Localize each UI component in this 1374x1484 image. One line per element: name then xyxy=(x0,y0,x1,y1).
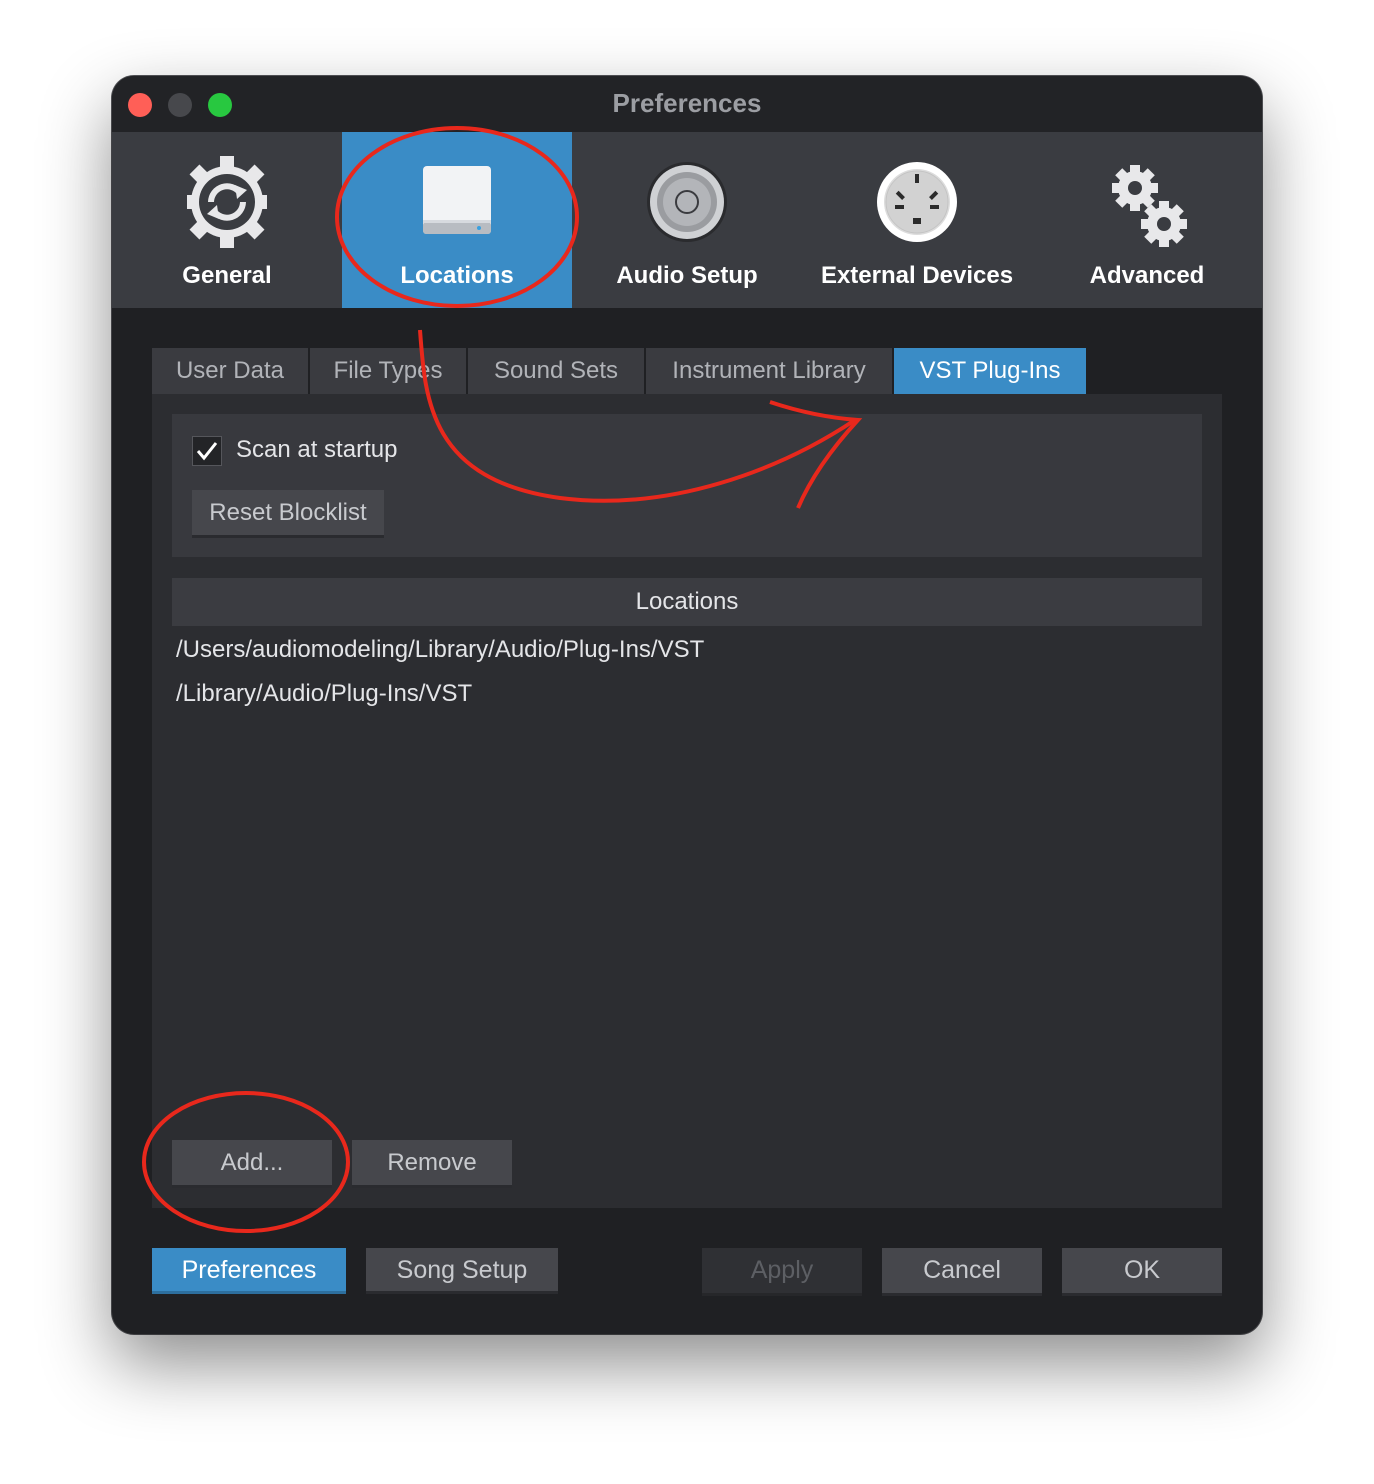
locations-content: User Data File Types Sound Sets Instrume… xyxy=(152,348,1222,1208)
title-bar: Preferences xyxy=(112,76,1262,132)
gears-icon xyxy=(1112,165,1187,247)
tab-sound-sets[interactable]: Sound Sets xyxy=(468,348,644,394)
vst-plug-ins-panel: Scan at startup Reset Blocklist Location… xyxy=(152,394,1222,1208)
tab-file-types[interactable]: File Types xyxy=(310,348,466,394)
toolbar-general[interactable]: General xyxy=(112,132,342,308)
locations-list-header: Locations xyxy=(172,578,1202,626)
preferences-button[interactable]: Preferences xyxy=(152,1248,346,1294)
scan-at-startup-label: Scan at startup xyxy=(236,436,398,463)
toolbar-advanced-label: Advanced xyxy=(1089,262,1205,289)
scan-options-group: Scan at startup Reset Blocklist xyxy=(172,414,1202,557)
cancel-button[interactable]: Cancel xyxy=(882,1248,1042,1296)
midi-port-icon xyxy=(877,162,957,242)
toolbar-audio-setup-label: Audio Setup xyxy=(616,262,758,289)
locations-tab-bar: User Data File Types Sound Sets Instrume… xyxy=(152,348,1222,394)
remove-location-button[interactable]: Remove xyxy=(352,1140,512,1188)
toolbar-external-devices[interactable]: External Devices xyxy=(802,132,1032,308)
speaker-icon xyxy=(647,162,727,242)
tab-vst-plug-ins[interactable]: VST Plug-Ins xyxy=(894,348,1086,394)
reset-blocklist-button[interactable]: Reset Blocklist xyxy=(192,490,384,538)
toolbar-general-label: General xyxy=(182,262,272,289)
add-location-button[interactable]: Add... xyxy=(172,1140,332,1188)
location-row[interactable]: /Users/audiomodeling/Library/Audio/Plug-… xyxy=(176,636,704,664)
toolbar-locations-label: Locations xyxy=(400,262,514,289)
song-setup-button[interactable]: Song Setup xyxy=(366,1248,558,1294)
hard-drive-icon xyxy=(423,166,491,234)
checkmark-icon xyxy=(196,442,218,461)
scan-at-startup-checkbox[interactable] xyxy=(192,436,222,466)
apply-button[interactable]: Apply xyxy=(702,1248,862,1296)
toolbar-locations[interactable]: Locations xyxy=(342,132,572,308)
window-title: Preferences xyxy=(612,88,762,118)
preferences-toolbar: General Locations Audio Setup External D… xyxy=(112,132,1262,308)
location-row[interactable]: /Library/Audio/Plug-Ins/VST xyxy=(176,680,472,708)
tab-instrument-library[interactable]: Instrument Library xyxy=(646,348,892,394)
ok-button[interactable]: OK xyxy=(1062,1248,1222,1296)
gear-refresh-icon xyxy=(187,156,267,248)
preferences-window: Preferences General Locations Audio Setu… xyxy=(112,76,1262,1334)
toolbar-audio-setup[interactable]: Audio Setup xyxy=(572,132,802,308)
tab-user-data[interactable]: User Data xyxy=(152,348,308,394)
toolbar-external-devices-label: External Devices xyxy=(820,262,1014,289)
toolbar-advanced[interactable]: Advanced xyxy=(1032,132,1262,308)
